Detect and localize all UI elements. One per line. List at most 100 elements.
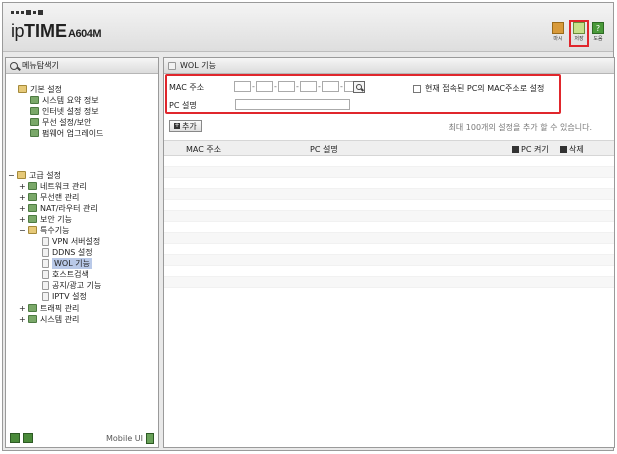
tree-system-summary[interactable]: 시스템 요약 정보 bbox=[30, 95, 99, 105]
mac-separator: - bbox=[274, 82, 277, 91]
mac-octet-2-input[interactable] bbox=[256, 81, 273, 92]
tree-vpn-server[interactable]: VPN 서버설정 bbox=[42, 236, 100, 246]
home-icon[interactable] bbox=[10, 433, 20, 443]
mac-separator: - bbox=[296, 82, 299, 91]
menu-explorer-title: 메뉴탐색기 bbox=[22, 61, 59, 70]
mac-octet-5-input[interactable] bbox=[322, 81, 339, 92]
upgrade-icon bbox=[30, 129, 39, 137]
pc-description-label: PC 설명 bbox=[169, 101, 197, 110]
collapse-icon[interactable]: − bbox=[19, 226, 26, 235]
mac-separator: - bbox=[318, 82, 321, 91]
mobile-ui-label: Mobile UI bbox=[106, 433, 143, 443]
help-glyph: ? bbox=[595, 23, 601, 33]
tree-item-label: 보안 기능 bbox=[40, 214, 72, 224]
mail-icon bbox=[28, 304, 37, 312]
power-icon bbox=[512, 146, 519, 153]
page-icon bbox=[42, 291, 49, 301]
expand-icon[interactable]: + bbox=[19, 204, 26, 213]
mobile-ui-link[interactable]: Mobile UI bbox=[106, 432, 154, 444]
restart-label: 마시 bbox=[553, 36, 563, 42]
tree-nat-router[interactable]: + NAT/라우터 관리 bbox=[19, 203, 98, 213]
tree-network-management[interactable]: + 네트워크 관리 bbox=[19, 181, 87, 191]
wireless-icon bbox=[28, 193, 37, 201]
globe-icon bbox=[30, 107, 39, 115]
tree-host-scan[interactable]: 호스트검색 bbox=[42, 269, 89, 279]
mac-octet-4-input[interactable] bbox=[300, 81, 317, 92]
page-icon bbox=[42, 280, 49, 290]
search-icon bbox=[10, 61, 18, 70]
mac-octet-1-input[interactable] bbox=[234, 81, 251, 92]
tree-item-label: 특수기능 bbox=[40, 225, 70, 235]
delete-header[interactable]: 삭제 bbox=[560, 144, 584, 155]
page-title: WOL 기능 bbox=[180, 61, 216, 70]
column-pc-description: PC 설명 bbox=[310, 145, 338, 154]
chart-icon bbox=[30, 96, 39, 104]
add-button[interactable]: + 추가 bbox=[169, 120, 202, 132]
tree-item-label: NAT/라우터 관리 bbox=[40, 203, 98, 213]
chart-icon bbox=[28, 315, 37, 323]
tree-item-label: 트래픽 관리 bbox=[40, 303, 80, 313]
tree-item-label: 호스트검색 bbox=[52, 269, 89, 279]
pc-description-input[interactable] bbox=[235, 99, 350, 110]
save-highlight-box bbox=[569, 20, 589, 47]
help-button[interactable]: ? 도움 bbox=[590, 22, 606, 42]
help-label: 도움 bbox=[593, 36, 603, 42]
use-current-mac-label: 현재 접속된 PC의 MAC주소로 설정 bbox=[425, 84, 545, 93]
column-wake-pc: PC 켜기 bbox=[521, 145, 549, 154]
tree-system-management[interactable]: + 시스템 관리 bbox=[19, 314, 79, 324]
expand-icon[interactable]: + bbox=[19, 304, 26, 313]
tree-special-features[interactable]: − 특수기능 bbox=[19, 225, 69, 235]
tree-wireless-management[interactable]: + 무선랜 관리 bbox=[19, 192, 79, 202]
table-row bbox=[164, 189, 614, 200]
tree-item-label: 무선랜 관리 bbox=[40, 192, 80, 202]
lock-icon bbox=[28, 215, 37, 223]
brand-prefix: ip bbox=[11, 21, 25, 41]
table-row bbox=[164, 266, 614, 277]
expand-icon[interactable]: + bbox=[19, 215, 26, 224]
form-highlight-box bbox=[165, 74, 561, 114]
max-entries-hint: 최대 100개의 설정을 추가 할 수 있습니다. bbox=[448, 123, 592, 132]
collapse-icon[interactable]: − bbox=[8, 171, 15, 180]
expand-icon[interactable]: + bbox=[19, 315, 26, 324]
tree-advanced-label: 고급 설정 bbox=[29, 170, 61, 180]
column-mac-address: MAC 주소 bbox=[186, 145, 222, 154]
tree-item-label: 시스템 요약 정보 bbox=[42, 95, 99, 105]
network-icon bbox=[28, 182, 37, 190]
restart-button[interactable]: 마시 bbox=[550, 22, 566, 42]
tree-advanced-settings[interactable]: − 고급 설정 bbox=[8, 170, 61, 180]
wake-pc-header[interactable]: PC 켜기 bbox=[512, 144, 549, 155]
plus-icon: + bbox=[174, 122, 180, 129]
mac-search-button[interactable] bbox=[353, 81, 365, 93]
tree-wireless-security[interactable]: 무선 설정/보안 bbox=[30, 117, 91, 127]
brand-strong: TIME bbox=[24, 21, 68, 41]
tree-traffic-management[interactable]: + 트래픽 관리 bbox=[19, 303, 79, 313]
expand-icon[interactable]: + bbox=[19, 182, 26, 191]
table-row bbox=[164, 156, 614, 167]
router-admin-window: ipTIMEA604M 마시 저장 ? 도움 메뉴탐색기 기본 설정 시스템 요… bbox=[2, 2, 615, 451]
tree-item-label: 인터넷 설정 정보 bbox=[42, 106, 99, 116]
tree-basic-settings[interactable]: 기본 설정 bbox=[18, 84, 62, 94]
page-icon bbox=[42, 236, 49, 246]
table-row bbox=[164, 233, 614, 244]
tree-item-label: 무선 설정/보안 bbox=[42, 117, 92, 127]
wol-table-body bbox=[164, 156, 614, 288]
folder-icon bbox=[28, 226, 37, 234]
tree-iptv[interactable]: IPTV 설정 bbox=[42, 291, 87, 301]
tree-internet-info[interactable]: 인터넷 설정 정보 bbox=[30, 106, 99, 116]
tree-security[interactable]: + 보안 기능 bbox=[19, 214, 72, 224]
add-button-label: 추가 bbox=[182, 121, 197, 131]
logout-icon[interactable] bbox=[23, 433, 33, 443]
expand-icon[interactable]: + bbox=[19, 193, 26, 202]
use-current-mac-option[interactable]: 현재 접속된 PC의 MAC주소로 설정 bbox=[413, 83, 544, 94]
folder-icon bbox=[17, 171, 26, 179]
tree-ddns[interactable]: DDNS 설정 bbox=[42, 247, 93, 257]
table-row bbox=[164, 200, 614, 211]
tree-notice-ad[interactable]: 공지/광고 기능 bbox=[42, 280, 101, 290]
wireless-icon bbox=[30, 118, 39, 126]
tree-wol[interactable]: WOL 기능 bbox=[42, 257, 92, 269]
tree-item-label: IPTV 설정 bbox=[52, 291, 87, 301]
mac-octet-3-input[interactable] bbox=[278, 81, 295, 92]
table-row bbox=[164, 244, 614, 255]
tree-firmware-upgrade[interactable]: 펌웨어 업그레이드 bbox=[30, 128, 103, 138]
use-current-mac-checkbox[interactable] bbox=[413, 84, 421, 93]
